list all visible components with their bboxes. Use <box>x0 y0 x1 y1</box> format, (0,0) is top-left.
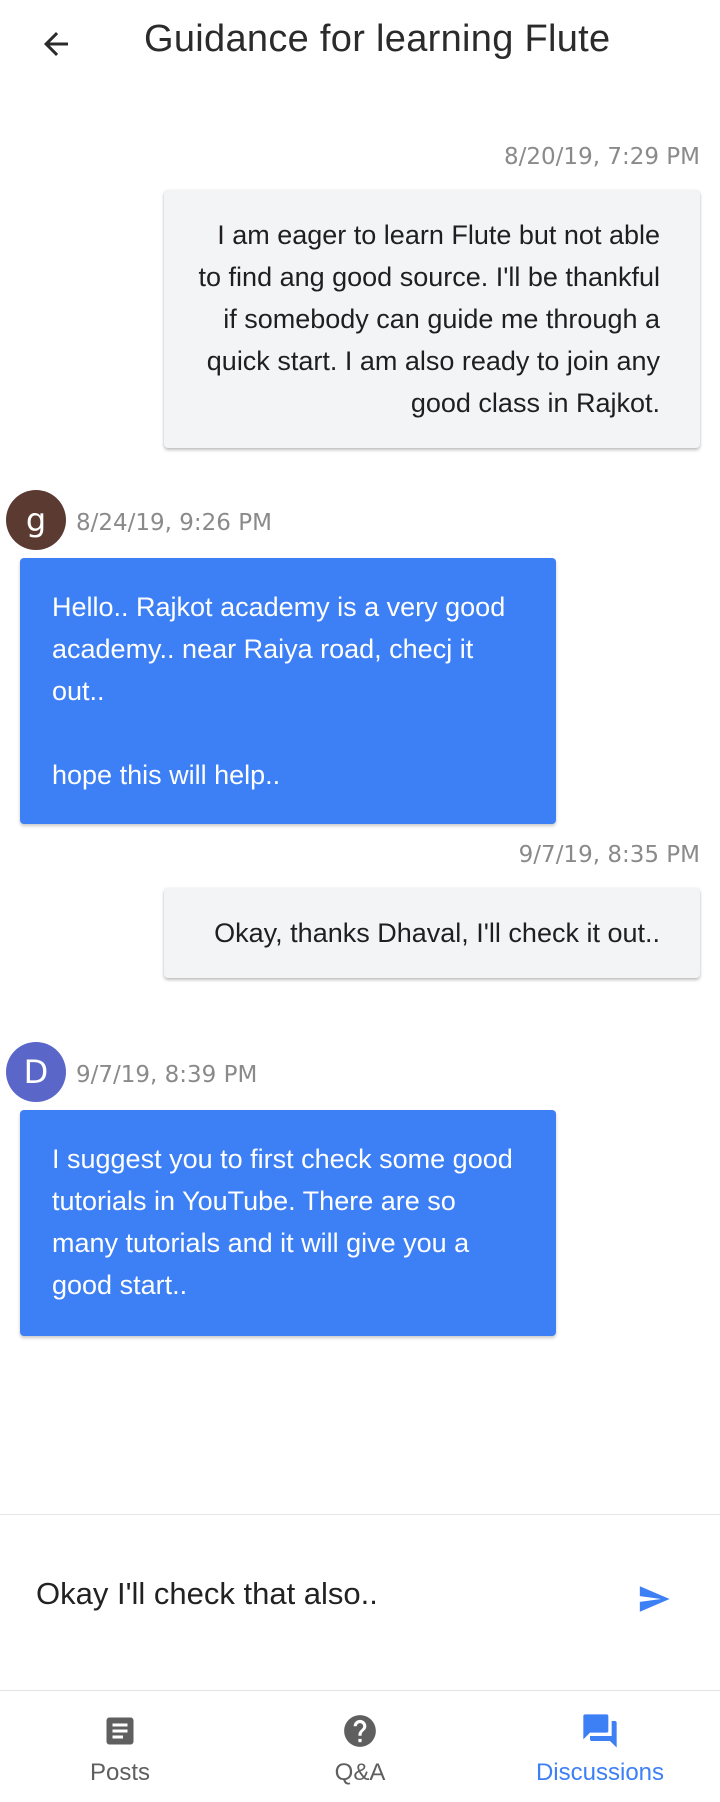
incoming-message-bubble: I suggest you to first check some good t… <box>20 1110 556 1336</box>
message-composer <box>0 1514 720 1690</box>
nav-item-discussions[interactable]: Discussions <box>480 1691 720 1802</box>
nav-label: Discussions <box>535 1759 665 1786</box>
incoming-message-bubble: Hello.. Rajkot academy is a very good ac… <box>20 558 556 824</box>
page-title: Guidance for learning Flute <box>144 18 611 60</box>
back-button[interactable] <box>28 16 84 72</box>
message-thread[interactable]: 8/20/19, 7:29 PM I am eager to learn Flu… <box>0 86 720 1514</box>
nav-item-posts[interactable]: Posts <box>0 1691 240 1802</box>
avatar[interactable]: g <box>6 490 66 550</box>
avatar[interactable]: D <box>6 1042 66 1102</box>
help-circle-icon <box>340 1711 380 1751</box>
send-button[interactable] <box>626 1571 682 1627</box>
message-timestamp: 8/24/19, 9:26 PM <box>76 510 272 536</box>
nav-label: Q&A <box>334 1759 386 1786</box>
message-timestamp: 9/7/19, 8:35 PM <box>518 842 700 868</box>
outgoing-message-bubble: I am eager to learn Flute but not able t… <box>164 190 700 448</box>
outgoing-message-bubble: Okay, thanks Dhaval, I'll check it out.. <box>164 888 700 978</box>
message-input[interactable] <box>36 1559 596 1629</box>
nav-label: Posts <box>89 1759 151 1786</box>
message-timestamp: 8/20/19, 7:29 PM <box>504 144 700 170</box>
nav-item-qa[interactable]: Q&A <box>240 1691 480 1802</box>
bottom-navigation: Posts Q&A Discussions <box>0 1690 720 1802</box>
send-icon <box>639 1586 670 1612</box>
message-timestamp: 9/7/19, 8:39 PM <box>76 1062 258 1088</box>
arrow-left-icon <box>44 32 68 56</box>
article-icon <box>100 1711 140 1751</box>
forum-icon <box>580 1711 620 1751</box>
app-bar: Guidance for learning Flute <box>0 0 720 86</box>
